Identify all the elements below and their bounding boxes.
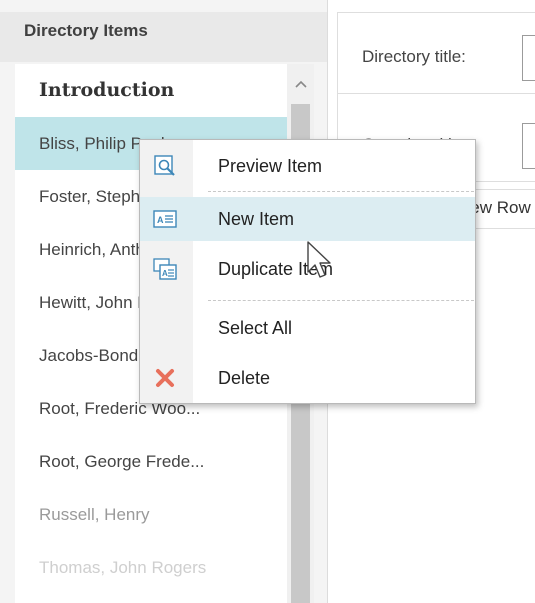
list-item[interactable]: Root, George Frede...	[15, 435, 287, 488]
directory-title-label: Directory title:	[362, 47, 466, 66]
list-item[interactable]: Russell, Henry	[15, 488, 287, 541]
new-item-icon: A	[153, 210, 177, 228]
panel-header: Directory Items	[0, 12, 327, 62]
list-item[interactable]: Thomas, John Rogers	[15, 541, 287, 594]
directory-title-input[interactable]	[522, 35, 535, 81]
svg-text:A: A	[162, 269, 168, 278]
scroll-up-arrow-icon[interactable]	[287, 72, 314, 96]
menu-item-new-item[interactable]: A New Item	[140, 197, 475, 241]
menu-item-label: Delete	[218, 368, 271, 388]
menu-item-preview[interactable]: Preview Item	[140, 144, 475, 188]
question-title-input[interactable]	[522, 123, 535, 169]
menu-item-label: Select All	[218, 318, 293, 338]
mouse-cursor-icon	[307, 241, 331, 278]
svg-text:A: A	[157, 215, 164, 225]
menu-separator	[208, 191, 474, 192]
menu-item-delete[interactable]: Delete	[140, 356, 475, 400]
duplicate-icon: A	[153, 258, 177, 280]
chevron-up-icon	[294, 80, 307, 88]
menu-separator	[208, 300, 474, 301]
directory-title-row: Directory title:	[338, 13, 535, 94]
menu-item-label: Preview Item	[218, 156, 323, 176]
menu-item-label: New Item	[218, 209, 295, 229]
menu-item-select-all[interactable]: Select All	[140, 306, 475, 350]
preview-icon	[154, 155, 175, 176]
delete-icon	[156, 369, 174, 387]
list-item-introduction[interactable]: Introduction	[15, 64, 287, 117]
